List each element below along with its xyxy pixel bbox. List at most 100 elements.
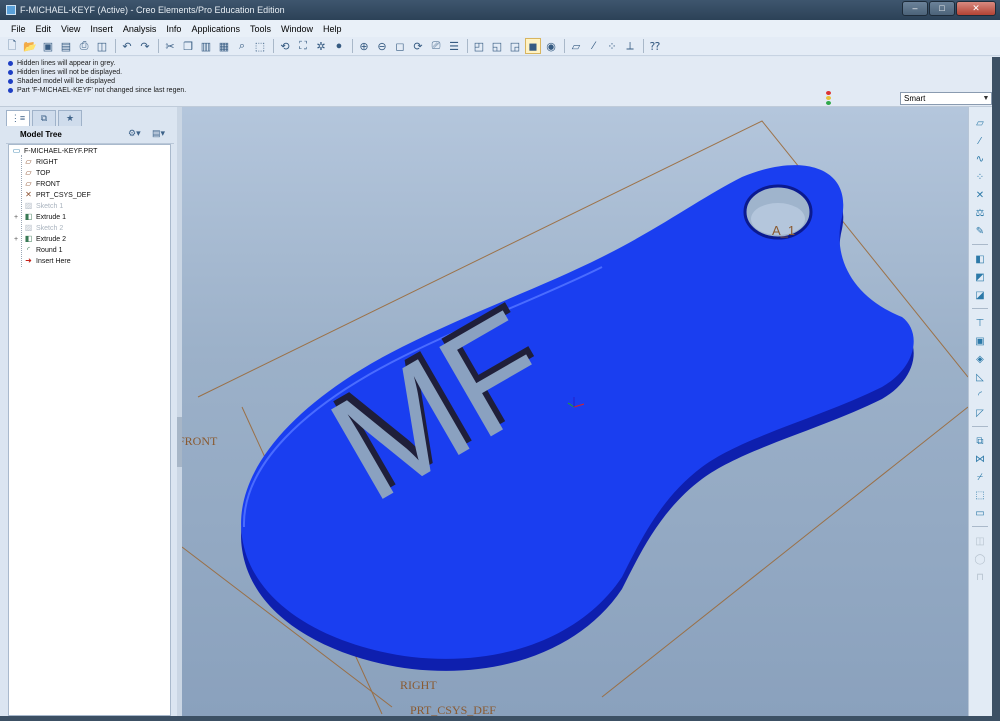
curve-tool-icon[interactable]: ∿ bbox=[972, 151, 988, 167]
datum-plane-tool-icon[interactable]: ▱ bbox=[972, 115, 988, 131]
datum-point-tool-icon[interactable]: ⁘ bbox=[972, 169, 988, 185]
tree-item-round-1[interactable]: ◜ Round 1 bbox=[24, 245, 63, 255]
message-line: Hidden lines will appear in grey. bbox=[8, 60, 115, 67]
tree-item-csys[interactable]: ✕ PRT_CSYS_DEF bbox=[24, 190, 91, 200]
menu-window[interactable]: Window bbox=[276, 24, 318, 34]
tree-item-extrude-2[interactable]: + ◧ Extrude 2 bbox=[14, 234, 66, 244]
datum-axis-tool-icon[interactable]: ⁄ bbox=[972, 133, 988, 149]
cut-icon[interactable]: ✂ bbox=[162, 38, 178, 54]
select-box-icon[interactable]: ⬚ bbox=[252, 38, 268, 54]
csys-tool-icon[interactable]: ✕ bbox=[972, 187, 988, 203]
thicken-tool-icon[interactable]: ◫ bbox=[972, 533, 988, 549]
tree-settings-icon[interactable]: ⚙▾ bbox=[128, 128, 141, 139]
context-help-icon[interactable]: ⁇ bbox=[647, 38, 663, 54]
zoom-in-icon[interactable]: ⊕ bbox=[356, 38, 372, 54]
chamfer-tool-icon[interactable]: ◸ bbox=[972, 405, 988, 421]
message-line: Hidden lines will not be displayed. bbox=[8, 69, 122, 76]
insert-arrow-icon: ➜ bbox=[25, 256, 32, 265]
save-copy-icon[interactable]: ▤ bbox=[58, 38, 74, 54]
no-hidden-icon[interactable]: ◲ bbox=[507, 38, 523, 54]
hidden-line-icon[interactable]: ◱ bbox=[489, 38, 505, 54]
find-icon[interactable]: ⌕ bbox=[234, 38, 250, 54]
variable-sweep-icon[interactable]: ◪ bbox=[972, 287, 988, 303]
solidify-tool-icon[interactable]: ◯ bbox=[972, 551, 988, 567]
print-preview-icon[interactable]: ◫ bbox=[94, 38, 110, 54]
spin-center-icon[interactable]: ✲ bbox=[313, 38, 329, 54]
maximize-button[interactable]: □ bbox=[929, 1, 955, 16]
minimize-button[interactable]: – bbox=[902, 1, 928, 16]
copy-icon[interactable]: ❐ bbox=[180, 38, 196, 54]
save-icon[interactable]: ▣ bbox=[40, 38, 56, 54]
pattern-tool-icon[interactable]: ⬚ bbox=[972, 487, 988, 503]
shell-tool-icon[interactable]: ▣ bbox=[972, 333, 988, 349]
tab-folder-browser[interactable]: ⧉ bbox=[32, 110, 56, 126]
message-area: Hidden lines will appear in grey. Hidden… bbox=[0, 57, 1000, 107]
enhanced-realism-icon[interactable]: ◉ bbox=[543, 38, 559, 54]
tree-item-insert-here[interactable]: ➜ Insert Here bbox=[24, 256, 70, 266]
paste-special-icon[interactable]: ▦ bbox=[216, 38, 232, 54]
axis-display-icon[interactable]: ⁄ bbox=[586, 38, 602, 54]
zoom-out-icon[interactable]: ⊖ bbox=[374, 38, 390, 54]
menu-info[interactable]: Info bbox=[161, 24, 186, 34]
menu-view[interactable]: View bbox=[56, 24, 85, 34]
reorient-icon[interactable]: ⟳ bbox=[410, 38, 426, 54]
selection-filter-select[interactable]: Smart ▼ bbox=[900, 92, 992, 105]
new-icon[interactable]: 🗋 bbox=[4, 38, 20, 54]
menu-applications[interactable]: Applications bbox=[186, 24, 245, 34]
tab-model-tree[interactable]: ⋮≡ bbox=[6, 110, 30, 126]
intersect-tool-icon[interactable]: ⊓ bbox=[972, 569, 988, 585]
menu-insert[interactable]: Insert bbox=[85, 24, 118, 34]
csys-display-icon[interactable]: ⟂ bbox=[622, 38, 638, 54]
mirror-tool-icon[interactable]: ⧉ bbox=[972, 433, 988, 449]
tree-item-right[interactable]: ▱ RIGHT bbox=[24, 157, 57, 167]
draft-tool-icon[interactable]: ◺ bbox=[972, 369, 988, 385]
merge-tool-icon[interactable]: ⋈ bbox=[972, 451, 988, 467]
expand-icon[interactable]: + bbox=[14, 236, 18, 243]
menu-edit[interactable]: Edit bbox=[31, 24, 57, 34]
graphics-window[interactable]: A_1 MF MF FRONT RIGHT PRT_CSYS_DEF bbox=[182, 107, 968, 716]
round-tool-icon[interactable]: ◜ bbox=[972, 387, 988, 403]
tree-columns-icon[interactable]: ▤▾ bbox=[152, 128, 165, 139]
plane-display-icon[interactable]: ▱ bbox=[568, 38, 584, 54]
hole-tool-icon[interactable]: ⊤ bbox=[972, 315, 988, 331]
expand-icon[interactable]: + bbox=[14, 214, 18, 221]
toolbar-separator bbox=[115, 39, 116, 53]
tree-item-sketch-1[interactable]: ▨ Sketch 1 bbox=[24, 201, 64, 211]
tree-item-sketch-2[interactable]: ▨ Sketch 2 bbox=[24, 223, 64, 233]
offset-tool-icon[interactable]: ▭ bbox=[972, 505, 988, 521]
tree-item-front[interactable]: ▱ FRONT bbox=[24, 179, 60, 189]
print-icon[interactable]: ⎙ bbox=[76, 38, 92, 54]
paste-icon[interactable]: ▥ bbox=[198, 38, 214, 54]
tree-item-top[interactable]: ▱ TOP bbox=[24, 168, 50, 178]
navigator-tabs: ⋮≡ ⧉ ★ bbox=[6, 110, 82, 126]
wireframe-icon[interactable]: ◰ bbox=[471, 38, 487, 54]
menu-help[interactable]: Help bbox=[318, 24, 347, 34]
tree-item-part[interactable]: ▭ F-MICHAEL-KEYF.PRT bbox=[12, 146, 98, 156]
refit-icon[interactable]: ◻ bbox=[392, 38, 408, 54]
sketch-tool-icon[interactable]: ✎ bbox=[972, 223, 988, 239]
layers-icon[interactable]: ☰ bbox=[446, 38, 462, 54]
open-icon[interactable]: 📂 bbox=[22, 38, 38, 54]
regenerate-icon[interactable]: ⟲ bbox=[277, 38, 293, 54]
round-icon: ◜ bbox=[26, 245, 31, 254]
menu-tools[interactable]: Tools bbox=[245, 24, 276, 34]
tab-favorites[interactable]: ★ bbox=[58, 110, 82, 126]
menu-file[interactable]: File bbox=[6, 24, 31, 34]
redo-icon[interactable]: ↷ bbox=[137, 38, 153, 54]
extrude-tool-icon[interactable]: ◧ bbox=[972, 251, 988, 267]
tree-item-extrude-1[interactable]: + ◧ Extrude 1 bbox=[14, 212, 66, 222]
regenerate-manager-icon[interactable]: ⛶ bbox=[295, 38, 311, 54]
sketch-icon: ▨ bbox=[24, 201, 33, 210]
undo-icon[interactable]: ↶ bbox=[119, 38, 135, 54]
saved-views-icon[interactable]: ⎚ bbox=[428, 38, 444, 54]
shading-icon[interactable]: ◼ bbox=[525, 38, 541, 54]
right-plane-label: RIGHT bbox=[400, 678, 437, 692]
revolve-tool-icon[interactable]: ◩ bbox=[972, 269, 988, 285]
point-display-icon[interactable]: ⁘ bbox=[604, 38, 620, 54]
trim-tool-icon[interactable]: ⌿ bbox=[972, 469, 988, 485]
display-style-icon[interactable]: ● bbox=[331, 38, 347, 54]
analysis-tool-icon[interactable]: ⚖ bbox=[972, 205, 988, 221]
close-button[interactable]: ✕ bbox=[956, 1, 996, 16]
menu-analysis[interactable]: Analysis bbox=[118, 24, 162, 34]
rib-tool-icon[interactable]: ◈ bbox=[972, 351, 988, 367]
